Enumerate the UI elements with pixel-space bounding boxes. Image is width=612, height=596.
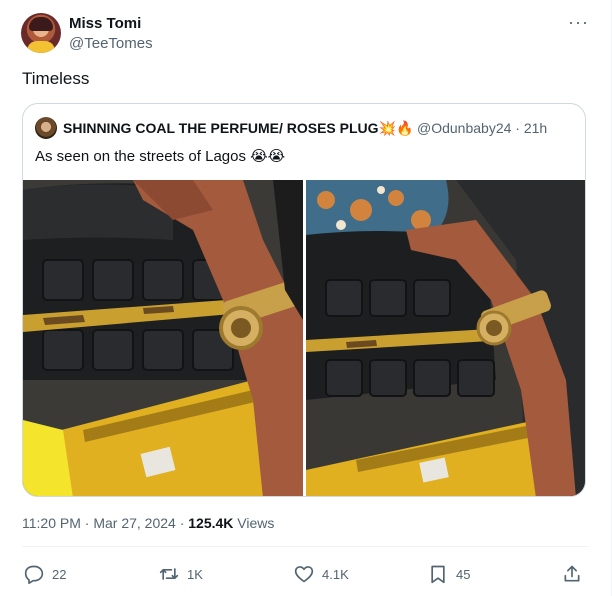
repost-count: 1K xyxy=(187,566,203,582)
media-photo-left[interactable] xyxy=(23,180,303,496)
quoted-tweet[interactable]: SHINNING COAL THE PERFUME/ ROSES PLUG💥🔥 … xyxy=(22,103,586,497)
action-bar: 22 1K 4.1K 45 xyxy=(22,560,588,588)
share-button[interactable] xyxy=(562,560,582,588)
quoted-author-name: SHINNING COAL THE PERFUME/ ROSES PLUG💥🔥 xyxy=(63,120,414,136)
reply-count: 22 xyxy=(52,566,67,582)
more-options-icon[interactable]: ··· xyxy=(568,12,589,33)
bookmark-icon xyxy=(431,565,445,584)
repost-button[interactable]: 1K xyxy=(159,560,203,588)
quoted-author-avatar xyxy=(35,117,57,139)
reply-icon xyxy=(24,565,44,584)
views-count: 125.4K xyxy=(188,515,234,531)
author-display-name[interactable]: Miss Tomi xyxy=(69,15,141,32)
tweet-card: Miss Tomi @TeeTomes ··· Timeless SHINNIN… xyxy=(0,0,612,596)
quoted-author-handle-time: @Odunbaby24 · 21h xyxy=(417,120,548,136)
reply-button[interactable]: 22 xyxy=(24,560,66,588)
heart-icon xyxy=(294,566,314,583)
bookmark-button[interactable]: 45 xyxy=(428,560,470,588)
author-avatar[interactable] xyxy=(21,13,61,53)
tweet-time-date[interactable]: 11:20 PM · Mar 27, 2024 · xyxy=(22,515,188,531)
like-button[interactable]: 4.1K xyxy=(294,560,349,588)
author-handle[interactable]: @TeeTomes xyxy=(69,35,153,52)
action-divider xyxy=(22,546,589,547)
bookmark-count: 45 xyxy=(456,566,471,582)
share-icon xyxy=(564,565,580,582)
tweet-text: Timeless xyxy=(22,69,90,88)
quoted-tweet-text: As seen on the streets of Lagos 😭😭 xyxy=(35,148,286,165)
repost-icon xyxy=(159,568,179,580)
tweet-timestamp[interactable]: 11:20 PM · Mar 27, 2024 · 125.4K Views xyxy=(22,515,274,531)
views-label: Views xyxy=(233,515,275,531)
media-photo-right[interactable] xyxy=(306,180,585,496)
like-count: 4.1K xyxy=(322,566,349,582)
